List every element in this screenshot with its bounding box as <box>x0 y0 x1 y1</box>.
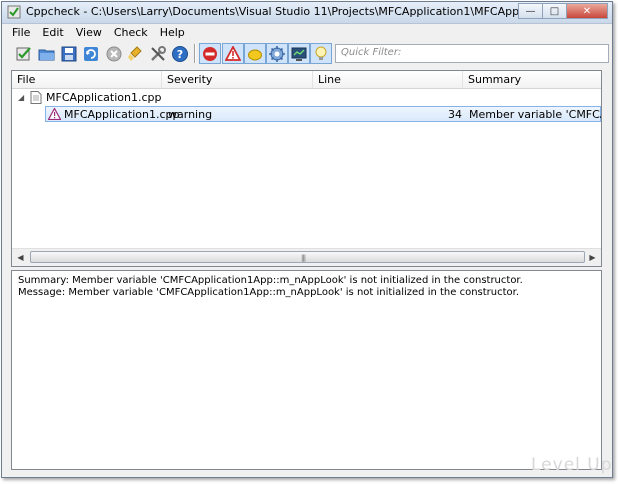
show-portability-icon[interactable] <box>288 43 310 64</box>
close-button[interactable]: ✕ <box>566 3 608 19</box>
clear-icon[interactable] <box>125 43 147 64</box>
warning-icon <box>48 108 61 120</box>
expand-arrow-icon[interactable]: ◢ <box>18 89 24 106</box>
menu-check[interactable]: Check <box>108 26 154 39</box>
error-severity: warning <box>168 108 213 121</box>
show-style-icon[interactable] <box>244 43 266 64</box>
menu-view[interactable]: View <box>70 26 108 39</box>
results-header: File Severity Line Summary <box>12 71 601 89</box>
show-information-icon[interactable] <box>310 43 332 64</box>
file-icon <box>30 91 42 104</box>
maximize-button[interactable]: □ <box>542 3 567 19</box>
help-icon[interactable]: ? <box>169 43 191 64</box>
window-controls: — □ ✕ <box>518 3 608 19</box>
check-directory-icon[interactable] <box>13 43 35 64</box>
details-message: Message: Member variable 'CMFCApplicatio… <box>18 287 520 298</box>
error-file: MFCApplication1.cpp <box>64 108 180 121</box>
error-line: 34 <box>448 108 462 121</box>
title-bar[interactable]: Cppcheck - C:\Users\Larry\Documents\Visu… <box>2 2 612 24</box>
show-performance-icon[interactable] <box>266 43 288 64</box>
open-icon[interactable] <box>36 43 58 64</box>
toolbar-separator <box>194 44 196 63</box>
cppcheck-window: Cppcheck - C:\Users\Larry\Documents\Visu… <box>1 1 613 478</box>
scroll-right-icon[interactable]: ▶ <box>584 249 601 266</box>
menu-bar: File Edit View Check Help <box>2 23 612 41</box>
tree-row-error[interactable]: MFCApplication1.cpp warning 34 Member va… <box>12 106 601 123</box>
quick-filter-input[interactable]: Quick Filter: <box>335 44 609 63</box>
file-name: MFCApplication1.cpp <box>46 91 162 104</box>
tree-row-file[interactable]: ◢ MFCApplication1.cpp <box>12 89 601 106</box>
thumb-grip-icon: ||| <box>301 254 306 262</box>
settings-icon[interactable] <box>147 43 169 64</box>
save-icon[interactable] <box>58 43 80 64</box>
column-header-file[interactable]: File <box>12 71 162 88</box>
watermark-text: Level Up <box>531 455 613 475</box>
column-header-line[interactable]: Line <box>313 71 463 88</box>
scroll-thumb[interactable]: ||| <box>30 251 585 263</box>
window-title: Cppcheck - C:\Users\Larry\Documents\Visu… <box>26 5 567 18</box>
menu-edit[interactable]: Edit <box>36 26 69 39</box>
error-summary: Member variable 'CMFCApplicatio <box>469 108 601 121</box>
cppcheck-app-icon <box>7 5 21 19</box>
details-pane: Summary: Member variable 'CMFCApplicatio… <box>11 270 602 470</box>
column-header-severity[interactable]: Severity <box>162 71 313 88</box>
column-header-summary[interactable]: Summary <box>463 71 601 88</box>
show-errors-icon[interactable] <box>199 43 221 64</box>
menu-help[interactable]: Help <box>154 26 191 39</box>
show-warnings-icon[interactable] <box>222 43 244 64</box>
scroll-left-icon[interactable]: ◀ <box>12 249 29 266</box>
horizontal-scrollbar[interactable]: ◀ ||| ▶ <box>12 248 601 266</box>
menu-file[interactable]: File <box>6 26 36 39</box>
svg-text:?: ? <box>177 48 183 61</box>
details-summary: Summary: Member variable 'CMFCApplicatio… <box>18 275 523 286</box>
recheck-icon[interactable] <box>80 43 102 64</box>
toolbar: ? Quick Filter: <box>2 41 612 66</box>
results-tree[interactable]: File Severity Line Summary ◢ MFCApplicat… <box>11 70 602 267</box>
minimize-button[interactable]: — <box>518 3 543 19</box>
stop-icon[interactable] <box>103 43 125 64</box>
